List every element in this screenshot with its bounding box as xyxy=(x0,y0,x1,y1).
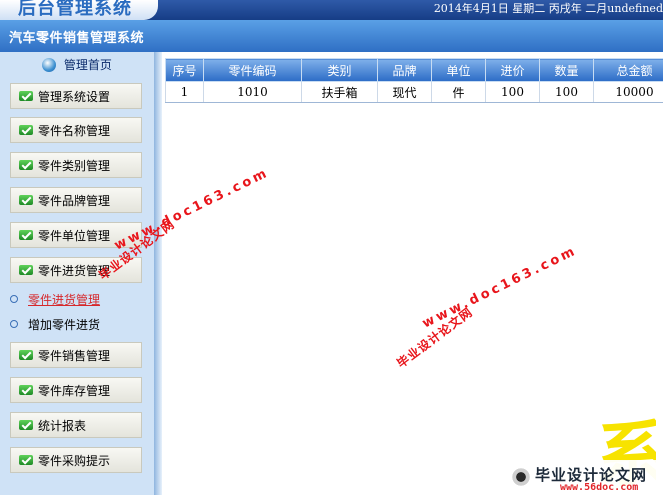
sidebar-item-part-brand[interactable]: 零件品牌管理 xyxy=(10,187,142,213)
col-header-price: 进价 xyxy=(485,58,540,82)
badge-url: www.56doc.com xyxy=(560,482,639,493)
arrow-check-icon xyxy=(19,419,35,431)
logo-text: 后台管理系统 xyxy=(18,0,132,19)
sidebar-item-part-inventory[interactable]: 零件库存管理 xyxy=(10,377,142,403)
col-header-code: 零件编码 xyxy=(203,58,302,82)
arrow-check-icon xyxy=(19,349,35,361)
arrow-check-icon xyxy=(19,90,35,102)
table-row: 1 1010 扶手箱 现代 件 100 100 10000 xyxy=(165,81,663,102)
sidebar-item-reports[interactable]: 统计报表 xyxy=(10,412,142,438)
sidebar-item-label: 零件名称管理 xyxy=(38,123,111,138)
col-header-brand: 品牌 xyxy=(377,58,432,82)
arrow-check-icon xyxy=(19,124,35,136)
badge-logo-icon xyxy=(510,466,532,488)
sidebar-item-label: 零件采购提示 xyxy=(38,453,111,468)
table-header-row: 序号 零件编码 类别 品牌 单位 进价 数量 总金额 xyxy=(165,58,663,82)
sidebar-item-system-settings[interactable]: 管理系统设置 xyxy=(10,83,142,109)
arrow-check-icon xyxy=(19,159,35,171)
col-header-category: 类别 xyxy=(301,58,378,82)
home-globe-icon xyxy=(42,57,57,72)
col-header-quantity: 数量 xyxy=(539,58,594,82)
arrow-check-icon xyxy=(19,384,35,396)
submenu-purchase-list[interactable]: 零件进货管理 xyxy=(10,290,100,308)
sidebar-item-part-category[interactable]: 零件类别管理 xyxy=(10,152,142,178)
sidebar-item-purchase-alert[interactable]: 零件采购提示 xyxy=(10,447,142,473)
cell-total: 10000 xyxy=(593,81,663,102)
sidebar-item-part-name[interactable]: 零件名称管理 xyxy=(10,117,142,143)
system-title: 汽车零件销售管理系统 xyxy=(9,31,145,46)
sidebar-item-label: 零件品牌管理 xyxy=(38,193,111,208)
sidebar-home-label: 管理首页 xyxy=(63,58,112,72)
sidebar-item-label: 统计报表 xyxy=(38,418,87,433)
submenu-add-purchase[interactable]: 增加零件进货 xyxy=(10,315,100,333)
arrow-check-icon xyxy=(19,194,35,206)
sidebar-item-part-sales[interactable]: 零件销售管理 xyxy=(10,342,142,368)
cell-quantity: 100 xyxy=(539,81,594,102)
sidebar-item-label: 零件单位管理 xyxy=(38,228,111,243)
col-header-index: 序号 xyxy=(165,58,204,82)
submenu-label: 增加零件进货 xyxy=(28,317,101,332)
sidebar-home[interactable]: 管理首页 xyxy=(0,56,154,80)
col-header-unit: 单位 xyxy=(431,58,486,82)
cell-price: 100 xyxy=(485,81,540,102)
purchase-table: 序号 零件编码 类别 品牌 单位 进价 数量 总金额 1 1010 扶手箱 现代… xyxy=(165,58,663,102)
cell-index: 1 xyxy=(165,81,204,102)
cell-brand: 现代 xyxy=(377,81,432,102)
cell-code: 1010 xyxy=(203,81,302,102)
arrow-check-icon xyxy=(19,264,35,276)
purchase-table-container: 序号 零件编码 类别 品牌 单位 进价 数量 总金额 1 1010 扶手箱 现代… xyxy=(165,58,663,102)
cell-unit: 件 xyxy=(431,81,486,102)
arrow-check-icon xyxy=(19,454,35,466)
table-bottom-line xyxy=(165,102,663,103)
system-title-bar: 汽车零件销售管理系统 xyxy=(0,20,663,52)
logo-tab: 后台管理系统 xyxy=(0,0,158,20)
sidebar-item-label: 零件类别管理 xyxy=(38,158,111,173)
sidebar-divider xyxy=(154,52,162,495)
sidebar-item-label: 零件销售管理 xyxy=(38,348,111,363)
cell-category: 扶手箱 xyxy=(301,81,378,102)
submenu-label: 零件进货管理 xyxy=(28,292,101,307)
col-header-total: 总金额 xyxy=(593,58,663,82)
sidebar-item-label: 零件库存管理 xyxy=(38,383,111,398)
arrow-check-icon xyxy=(19,229,35,241)
sidebar-item-label: 管理系统设置 xyxy=(38,89,111,104)
bullet-icon xyxy=(10,295,18,303)
bullet-icon xyxy=(10,320,18,328)
date-display: 2014年4月1日 星期二 丙戌年 二月undefined xyxy=(433,2,663,15)
